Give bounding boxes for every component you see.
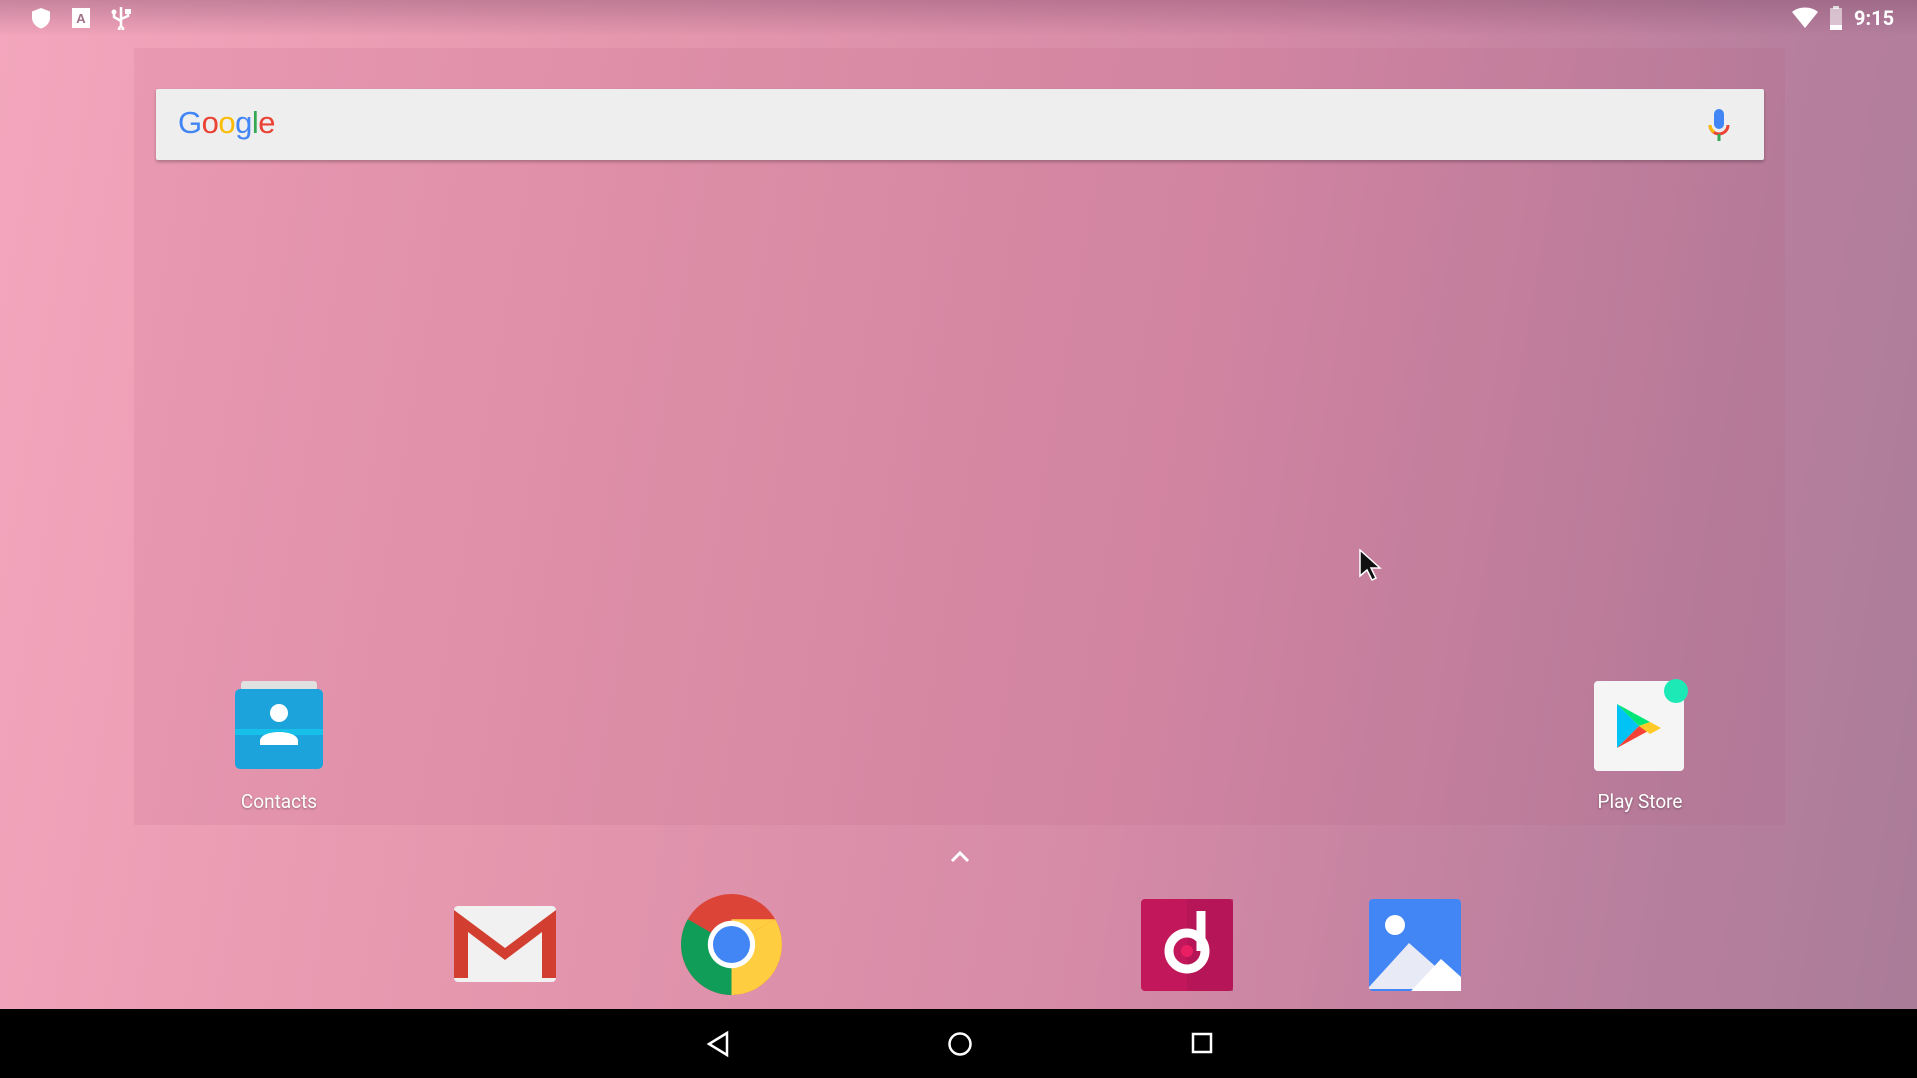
recents-button[interactable]	[1190, 1031, 1214, 1055]
home-widget-area	[134, 48, 1785, 825]
notification-dot	[1664, 679, 1688, 703]
mouse-cursor	[1359, 548, 1382, 582]
gmail-icon[interactable]	[452, 904, 558, 984]
app-contacts[interactable]: Contacts	[214, 679, 344, 813]
gallery-icon[interactable]	[1369, 899, 1461, 991]
app-label: Contacts	[240, 790, 318, 813]
app-label: Play Store	[1597, 790, 1683, 813]
status-bar: A 9:15	[0, 0, 1917, 36]
play-store-icon	[1594, 679, 1688, 771]
svg-text:A: A	[76, 11, 86, 26]
battery-icon	[1830, 6, 1842, 30]
shield-icon	[32, 8, 50, 29]
keyboard-a-icon: A	[72, 8, 90, 28]
music-icon[interactable]	[1141, 899, 1233, 991]
app-play-store[interactable]: Play Store	[1575, 679, 1705, 813]
chrome-icon[interactable]	[680, 893, 783, 996]
mic-icon[interactable]	[1707, 107, 1731, 143]
navigation-bar	[0, 1009, 1917, 1078]
wifi-icon	[1792, 7, 1818, 28]
chevron-up-icon[interactable]	[949, 850, 971, 864]
google-logo: Google	[178, 105, 276, 140]
contacts-icon	[235, 681, 323, 769]
usb-icon	[111, 7, 131, 30]
clock: 9:15	[1854, 6, 1895, 30]
home-button[interactable]	[946, 1030, 974, 1058]
google-search-bar[interactable]: Google	[156, 89, 1764, 160]
back-button[interactable]	[705, 1030, 731, 1058]
